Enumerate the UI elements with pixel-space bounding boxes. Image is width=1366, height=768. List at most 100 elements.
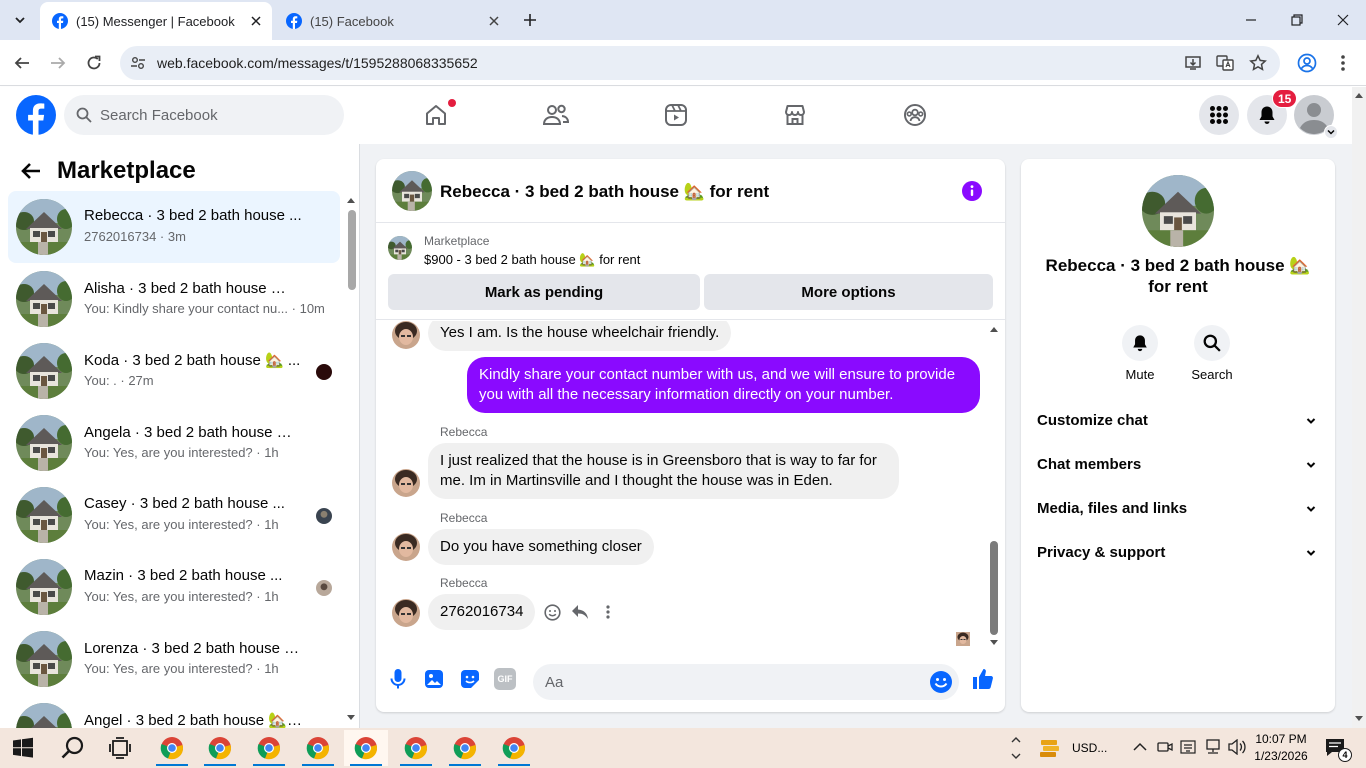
system-clock[interactable]: 10:07 PM 1/23/2026 (1252, 731, 1310, 765)
translate-icon[interactable] (1216, 54, 1234, 72)
incoming-message[interactable]: Yes I am. Is the house wheelchair friend… (428, 321, 732, 351)
message-input-wrapper[interactable] (533, 664, 959, 700)
conversation-item[interactable]: Rebecca · 3 bed 2 bath house ... 2762016… (8, 191, 340, 263)
nav-video[interactable] (620, 87, 732, 143)
search-icon[interactable] (60, 735, 86, 761)
rebecca-avatar[interactable] (392, 321, 420, 349)
sticker-icon[interactable] (458, 667, 482, 691)
bookmark-star-icon[interactable] (1249, 54, 1267, 72)
mute-button[interactable]: Mute (1110, 325, 1170, 382)
taskbar-chrome-app[interactable] (150, 730, 194, 766)
facebook-search-input[interactable] (100, 95, 330, 135)
rebecca-avatar[interactable] (392, 599, 420, 627)
gif-button[interactable]: GIF (494, 668, 516, 690)
menu-button[interactable] (1199, 95, 1239, 135)
currency-widget-icon[interactable] (1038, 736, 1062, 760)
restore-window-button[interactable] (1274, 0, 1320, 40)
microphone-icon[interactable] (386, 667, 410, 691)
conversation-item[interactable]: Mazin · 3 bed 2 bath house ... You: Yes,… (8, 551, 340, 623)
volume-icon[interactable] (1228, 739, 1246, 755)
photo-icon[interactable] (422, 667, 446, 691)
incoming-message[interactable]: 2762016734 (428, 594, 536, 630)
taskbar-chrome-app[interactable] (247, 730, 291, 766)
site-settings-icon[interactable] (130, 55, 146, 71)
taskbar-chrome-app[interactable] (394, 730, 438, 766)
conversation-item[interactable]: Angela · 3 bed 2 bath house 🏡 ... You: Y… (8, 407, 340, 479)
incoming-message[interactable]: I just realized that the house is in Gre… (428, 443, 899, 499)
conversation-item[interactable]: Angel · 3 bed 2 bath house 🏡 f... (8, 695, 340, 728)
section-chat-members[interactable]: Chat members (1029, 443, 1327, 487)
taskbar-chrome-app-active[interactable] (344, 730, 388, 766)
nav-groups[interactable] (859, 87, 971, 143)
input-method-icon[interactable] (1180, 739, 1196, 755)
message-thread-scrollbar[interactable] (987, 325, 1001, 651)
info-icon[interactable] (962, 181, 982, 201)
nav-friends[interactable] (500, 87, 612, 143)
taskbar-chrome-app[interactable] (296, 730, 340, 766)
outgoing-message[interactable]: Kindly share your contact number with us… (467, 357, 980, 413)
facebook-search[interactable] (64, 95, 344, 135)
back-button[interactable] (11, 52, 33, 74)
address-bar[interactable]: web.facebook.com/messages/t/159528806833… (120, 46, 1280, 80)
minimize-window-button[interactable] (1228, 0, 1274, 40)
message-input[interactable] (545, 664, 915, 700)
windows-start-icon[interactable] (12, 737, 34, 759)
search-conversation-button[interactable]: Search (1182, 325, 1242, 382)
close-tab-icon[interactable] (486, 13, 502, 29)
react-button[interactable] (542, 602, 562, 622)
close-tab-icon[interactable] (248, 13, 264, 29)
rebecca-avatar[interactable] (392, 469, 420, 497)
facebook-logo-icon[interactable] (16, 95, 56, 135)
tab-search-menu-button[interactable] (8, 8, 32, 32)
profile-button[interactable] (1296, 52, 1318, 74)
reload-button[interactable] (83, 52, 105, 74)
listing-title[interactable]: $900 - 3 bed 2 bath house 🏡 for rent (424, 252, 640, 268)
currency-widget-text[interactable]: USD... (1072, 728, 1107, 768)
show-hidden-icons-icon[interactable] (1133, 742, 1147, 752)
page-scrollbar[interactable] (1352, 87, 1366, 728)
url-text[interactable]: web.facebook.com/messages/t/159528806833… (157, 55, 478, 71)
nav-home[interactable] (380, 87, 492, 143)
taskbar-chrome-app[interactable] (492, 730, 536, 766)
incoming-message[interactable]: Do you have something closer (428, 529, 654, 565)
action-center-button[interactable]: 4 (1324, 736, 1352, 762)
taskbar-scroll-icon[interactable] (1010, 732, 1022, 764)
chevron-down-icon (1324, 125, 1338, 139)
more-options-button[interactable]: More options (704, 274, 993, 310)
taskbar-chrome-app[interactable] (443, 730, 487, 766)
message-more-button[interactable] (598, 602, 618, 622)
rebecca-avatar[interactable] (392, 533, 420, 561)
scrollbar-thumb[interactable] (990, 541, 998, 635)
arrow-left-icon[interactable] (20, 160, 42, 182)
conversation-item[interactable]: Casey · 3 bed 2 bath house ... You: Yes,… (8, 479, 340, 551)
conversation-list-scrollbar[interactable] (346, 192, 356, 722)
nav-marketplace[interactable] (739, 87, 851, 143)
forward-button[interactable] (47, 52, 69, 74)
section-privacy-support[interactable]: Privacy & support (1029, 531, 1327, 575)
scrollbar-thumb[interactable] (348, 210, 356, 290)
mark-as-pending-button[interactable]: Mark as pending (388, 274, 700, 310)
chat-title[interactable]: Rebecca · 3 bed 2 bath house 🏡 for rent (440, 182, 769, 202)
close-window-button[interactable] (1320, 0, 1366, 40)
account-profile-button[interactable] (1294, 95, 1338, 139)
section-customize-chat[interactable]: Customize chat (1029, 399, 1327, 443)
thumbs-up-icon[interactable] (971, 667, 995, 691)
reply-button[interactable] (570, 602, 590, 622)
new-tab-button[interactable] (520, 10, 540, 30)
conversation-item[interactable]: Lorenza · 3 bed 2 bath house 🏡 ... You: … (8, 623, 340, 695)
emoji-icon[interactable] (929, 670, 953, 694)
section-media-files-links[interactable]: Media, files and links (1029, 487, 1327, 531)
conversation-item[interactable]: Koda · 3 bed 2 bath house 🏡 ... You: . ·… (8, 335, 340, 407)
meet-now-icon[interactable] (1157, 739, 1173, 755)
browser-tab-messenger[interactable]: (15) Messenger | Facebook (40, 2, 272, 40)
conversation-item[interactable]: Alisha · 3 bed 2 bath house 🏡 f... You: … (8, 263, 340, 335)
network-icon[interactable] (1204, 739, 1222, 755)
browser-menu-button[interactable] (1332, 52, 1354, 74)
task-view-icon[interactable] (108, 736, 132, 760)
profile-avatar[interactable] (1142, 175, 1214, 247)
chat-avatar[interactable] (392, 171, 432, 211)
scroll-up-icon (990, 327, 998, 332)
install-app-icon[interactable] (1184, 54, 1202, 72)
taskbar-chrome-app[interactable] (198, 730, 242, 766)
browser-tab-facebook[interactable]: (15) Facebook (274, 2, 510, 40)
